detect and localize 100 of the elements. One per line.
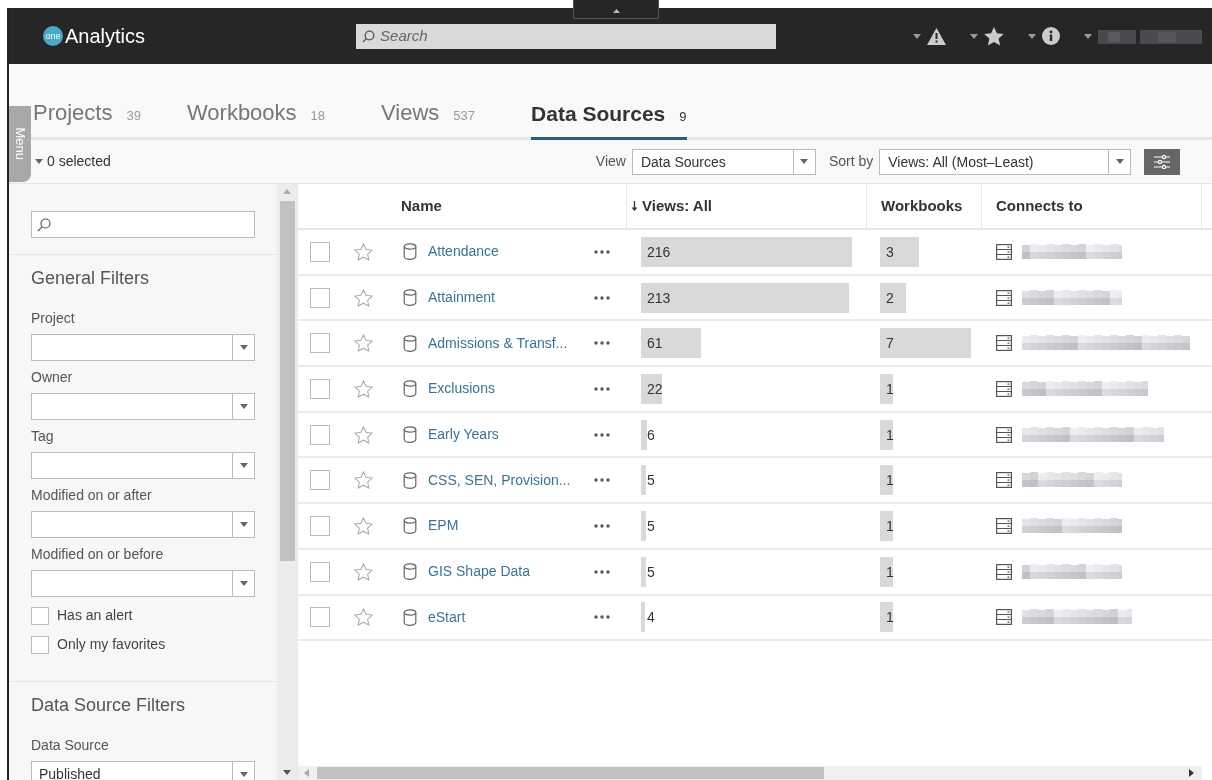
checkbox-option[interactable]: Has an alert xyxy=(31,605,133,626)
tab[interactable]: Projects 39 xyxy=(33,96,141,140)
data-source-link[interactable]: EPM xyxy=(428,515,588,537)
cell-value: 22 xyxy=(647,379,663,398)
tab[interactable]: Data Sources 9 xyxy=(531,97,687,140)
data-source-link[interactable]: eStart xyxy=(428,606,588,628)
column-header[interactable]: Workbooks xyxy=(866,184,981,228)
row-checkbox[interactable] xyxy=(310,607,330,628)
cell-value: 1 xyxy=(886,562,894,581)
favorite-star-icon[interactable] xyxy=(354,242,373,261)
table-row[interactable]: EPM 5 1 xyxy=(298,504,1212,550)
vertical-scrollbar[interactable] xyxy=(277,184,297,780)
more-options-icon[interactable] xyxy=(594,615,610,620)
filter-dropdown[interactable] xyxy=(31,393,255,420)
filter-dropdown[interactable]: Published xyxy=(31,761,255,780)
filter-search-field[interactable] xyxy=(31,211,255,238)
view-dropdown[interactable]: Data Sources xyxy=(631,148,816,175)
caret-icon xyxy=(239,522,248,527)
filter-settings-button[interactable] xyxy=(1144,148,1181,175)
favorite-star-icon[interactable] xyxy=(354,516,373,535)
bar-fill xyxy=(880,556,893,587)
checkbox-option[interactable]: Only my favorites xyxy=(31,634,166,655)
tab[interactable]: Workbooks 18 xyxy=(186,96,326,140)
bar-fill xyxy=(880,465,893,496)
database-icon xyxy=(403,517,417,535)
favorite-star-icon[interactable] xyxy=(354,562,373,581)
cell-value: 1 xyxy=(886,516,894,535)
favorite-star-icon[interactable] xyxy=(354,471,373,490)
horizontal-scrollbar[interactable] xyxy=(298,766,1202,780)
row-checkbox[interactable] xyxy=(310,470,330,491)
caret-icon xyxy=(1028,33,1036,39)
more-options-icon[interactable] xyxy=(594,569,610,574)
logo-badge: one xyxy=(43,26,63,46)
data-source-link[interactable]: Early Years xyxy=(428,424,588,446)
row-checkbox[interactable] xyxy=(310,241,330,262)
caret-icon[interactable] xyxy=(35,159,43,164)
row-checkbox[interactable] xyxy=(310,424,330,445)
table-row[interactable]: Early Years 6 1 xyxy=(298,412,1212,459)
server-icon xyxy=(996,472,1012,489)
table-row[interactable]: Attendance 216 3 xyxy=(298,230,1212,276)
row-checkbox[interactable] xyxy=(310,287,330,308)
data-source-link[interactable]: GIS Shape Data xyxy=(428,561,588,583)
caret-icon[interactable] xyxy=(1084,33,1092,39)
table-row[interactable]: GIS Shape Data 5 1 xyxy=(298,549,1212,596)
column-header[interactable]: Views: All xyxy=(626,184,866,228)
bar-fill xyxy=(641,510,646,541)
table-row[interactable]: CSS, SEN, Provision... 5 1 xyxy=(298,458,1212,505)
filter-dropdown[interactable] xyxy=(31,570,255,597)
scroll-right-icon[interactable] xyxy=(1189,769,1194,777)
sort-dropdown[interactable]: Views: All (Most–Least) xyxy=(879,148,1132,175)
favorite-star-icon[interactable] xyxy=(354,608,373,627)
row-checkbox[interactable] xyxy=(310,378,330,399)
favorite-star-icon[interactable] xyxy=(354,334,373,353)
search-icon xyxy=(37,217,51,232)
filter-label: Data Source xyxy=(31,736,109,755)
warning-icon xyxy=(927,27,946,45)
warning-menu[interactable] xyxy=(913,27,946,45)
more-options-icon[interactable] xyxy=(594,523,610,528)
caret-icon xyxy=(800,159,809,164)
cell-value: 2 xyxy=(886,288,894,307)
table-row[interactable]: Admissions & Transf... 61 7 xyxy=(298,321,1212,368)
scroll-left-icon[interactable] xyxy=(304,769,309,777)
data-source-link[interactable]: CSS, SEN, Provision... xyxy=(428,469,588,491)
filter-dropdown[interactable] xyxy=(31,334,255,361)
scroll-down-icon[interactable] xyxy=(283,770,291,775)
info-menu[interactable] xyxy=(1028,27,1060,45)
favorite-star-icon[interactable] xyxy=(354,288,373,307)
scroll-up-icon[interactable] xyxy=(283,189,291,194)
star-menu[interactable] xyxy=(970,26,1004,46)
table-row[interactable]: eStart 4 1 xyxy=(298,595,1212,642)
more-options-icon[interactable] xyxy=(594,478,610,483)
data-source-link[interactable]: Attendance xyxy=(428,241,588,263)
cell-value: 1 xyxy=(886,379,894,398)
table-row[interactable]: Exclusions 22 1 xyxy=(298,367,1212,413)
collapse-handle[interactable] xyxy=(573,0,659,19)
filter-dropdown[interactable] xyxy=(31,511,255,538)
sliders-icon xyxy=(1154,154,1171,169)
favorite-star-icon[interactable] xyxy=(354,425,373,444)
caret-icon xyxy=(970,33,978,39)
row-checkbox[interactable] xyxy=(310,333,330,354)
row-checkbox[interactable] xyxy=(310,561,330,582)
column-header[interactable]: Name xyxy=(298,184,626,228)
more-options-icon[interactable] xyxy=(594,386,610,391)
column-header[interactable]: Connects to xyxy=(981,184,1201,228)
bar-fill xyxy=(641,328,701,359)
tab[interactable]: Views 537 xyxy=(381,96,476,140)
more-options-icon[interactable] xyxy=(594,341,610,346)
data-source-link[interactable]: Attainment xyxy=(428,287,588,309)
more-options-icon[interactable] xyxy=(594,432,610,437)
favorite-star-icon[interactable] xyxy=(354,379,373,398)
more-options-icon[interactable] xyxy=(594,295,610,300)
more-options-icon[interactable] xyxy=(594,249,610,254)
cell-value: 216 xyxy=(647,242,671,261)
server-icon xyxy=(996,426,1012,443)
data-source-link[interactable]: Exclusions xyxy=(428,378,588,400)
caret-icon xyxy=(239,463,248,468)
data-source-link[interactable]: Admissions & Transf... xyxy=(428,332,588,354)
table-row[interactable]: Attainment 213 2 xyxy=(298,275,1212,322)
filter-dropdown[interactable] xyxy=(31,452,255,479)
row-checkbox[interactable] xyxy=(310,515,330,536)
